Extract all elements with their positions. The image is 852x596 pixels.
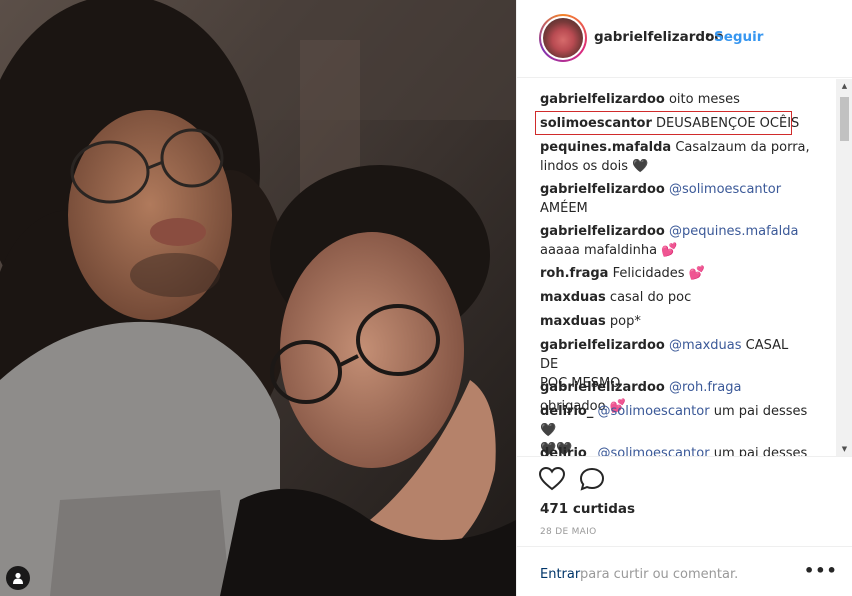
comment-username[interactable]: pequines.mafalda [540, 140, 671, 155]
comment-mention[interactable]: @roh.fraga [669, 380, 742, 395]
header-separator: • [704, 29, 712, 44]
likes-count[interactable]: 471 curtidas [540, 501, 635, 517]
comment-username[interactable]: solimoescantor [540, 116, 652, 131]
comment-mention[interactable]: @maxduas [669, 338, 742, 353]
comment-text: pop* [609, 314, 641, 329]
more-options-icon[interactable]: ••• [804, 561, 837, 585]
comment: maxduas pop* [540, 312, 810, 331]
comment-username[interactable]: gabrielfelizardoo [540, 380, 665, 395]
scroll-down-arrow-icon[interactable]: ▼ [836, 444, 852, 454]
comment-text-continued: lindos os dois 🖤 [540, 159, 649, 174]
scrollbar-thumb[interactable] [840, 97, 849, 141]
comment-username[interactable]: delirio_ [540, 404, 593, 419]
comment-username[interactable]: maxduas [540, 290, 606, 305]
post-date: 28 DE MAIO [540, 527, 597, 537]
comment-text-continued: AMÉEM [540, 201, 588, 216]
comment-mention[interactable]: @solimoescantor [669, 182, 781, 197]
post-photo[interactable] [0, 0, 516, 596]
post-sidebar: gabrielfelizardoo • Seguir gabrielfeliza… [516, 0, 852, 596]
comment: delirio_ @solimoescantor um pai desses 🖤 [540, 444, 810, 456]
post-actions: 471 curtidas 28 DE MAIO [517, 456, 852, 546]
comment-username[interactable]: maxduas [540, 314, 606, 329]
comment-username[interactable]: roh.fraga [540, 266, 608, 281]
scroll-up-arrow-icon[interactable]: ▲ [836, 81, 852, 91]
comment-bubble-icon[interactable] [579, 467, 607, 493]
follow-button[interactable]: Seguir [714, 29, 763, 45]
post-footer: Entrar para curtir ou comentar. ••• [517, 546, 852, 596]
person-tag-icon[interactable] [6, 566, 30, 590]
login-prompt-text: para curtir ou comentar. [580, 567, 739, 582]
comment-username[interactable]: gabrielfelizardoo [540, 338, 665, 353]
comment-text: casal do poc [609, 290, 692, 305]
comment: gabrielfelizardoo @solimoescantor AMÉEM [540, 180, 810, 218]
comment-username[interactable]: delirio_ [540, 446, 593, 456]
comments-scrollbar[interactable]: ▲ ▼ [836, 79, 852, 456]
comment-text-continued: aaaaa mafaldinha 💕 [540, 243, 678, 258]
comment: roh.fraga Felicidades 💕 [540, 264, 810, 283]
comment-username[interactable]: gabrielfelizardoo [540, 92, 665, 107]
comment: pequines.mafalda Casalzaum da porra, lin… [540, 138, 810, 176]
comment-mention[interactable]: @solimoescantor [597, 446, 709, 456]
comment-mention[interactable]: @pequines.mafalda [669, 224, 799, 239]
comment-highlighted: solimoescantor DEUSABENÇOE OCÊIS [540, 114, 810, 133]
photo-image [0, 0, 516, 596]
comment: maxduas casal do poc [540, 288, 810, 307]
avatar[interactable] [539, 14, 587, 62]
comment-mention[interactable]: @solimoescantor [597, 404, 709, 419]
comment: gabrielfelizardoo oito meses [540, 90, 810, 109]
comment: gabrielfelizardoo @pequines.mafalda aaaa… [540, 222, 810, 260]
login-link[interactable]: Entrar [540, 567, 580, 582]
comment-username[interactable]: gabrielfelizardoo [540, 224, 665, 239]
heart-icon[interactable] [538, 466, 567, 493]
post-header: gabrielfelizardoo • Seguir [517, 0, 852, 78]
avatar-image [543, 18, 583, 58]
comments-list[interactable]: gabrielfelizardoo oito meses solimoescan… [517, 79, 852, 456]
comment-username[interactable]: gabrielfelizardoo [540, 182, 665, 197]
comment-text: Felicidades 💕 [612, 266, 705, 281]
comment-text: Casalzaum da porra, [675, 140, 810, 155]
comment-text: DEUSABENÇOE OCÊIS [656, 116, 800, 131]
comment-text: oito meses [668, 92, 740, 107]
